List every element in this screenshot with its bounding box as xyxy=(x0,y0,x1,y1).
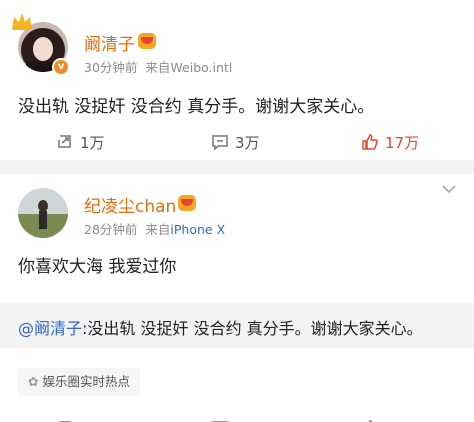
comment-count: 3万 xyxy=(235,418,260,422)
post-meta: 30分钟前 来自Weibo.intl xyxy=(84,57,232,76)
crown-icon xyxy=(12,13,32,30)
comment-button[interactable]: 3万 xyxy=(211,414,260,422)
post-source: 来自iPhone X xyxy=(145,222,225,237)
repost-text: @阚清子:没出轨 没捉奸 没合约 真分手。谢谢大家关心。 xyxy=(18,315,423,339)
repost-count: 1万 xyxy=(80,133,105,152)
verified-badge-icon: v xyxy=(52,58,70,76)
mention-link[interactable]: @阚清子 xyxy=(18,319,82,338)
topic-tag-label: 娱乐圈实时热点 xyxy=(42,374,130,389)
chevron-down-icon[interactable] xyxy=(442,184,456,194)
member-badge-icon xyxy=(138,33,156,49)
source-device-link[interactable]: iPhone X xyxy=(170,222,225,237)
topic-tag[interactable]: ✿ 娱乐圈实时热点 xyxy=(18,368,140,396)
post-content: 没出轨 没捉奸 没合约 真分手。谢谢大家关心。 xyxy=(18,97,375,117)
post-time: 30分钟前 xyxy=(84,60,138,75)
source-prefix: 来自 xyxy=(145,222,171,237)
comment-count: 3万 xyxy=(235,133,260,152)
action-bar: 1万 3万 17万 xyxy=(0,128,474,156)
post-time: 28分钟前 xyxy=(84,222,138,237)
comment-button[interactable]: 3万 xyxy=(211,128,260,156)
comment-icon xyxy=(212,135,228,151)
post-content: 你喜欢大海 我爱过你 xyxy=(18,257,177,277)
repost-content: :没出轨 没捉奸 没合约 真分手。谢谢大家关心。 xyxy=(82,319,423,338)
weibo-post: 纪凌尘chan 28分钟前 来自iPhone X 你喜欢大海 我爱过你 @阚清子:… xyxy=(0,174,474,422)
action-bar: 1万 3万 5万 xyxy=(0,414,474,422)
repost-quote[interactable]: @阚清子:没出轨 没捉奸 没合约 真分手。谢谢大家关心。 xyxy=(0,303,474,348)
username[interactable]: 阚清子 xyxy=(84,30,135,55)
avatar[interactable] xyxy=(18,188,68,238)
weibo-post: v 阚清子 30分钟前 来自Weibo.intl 没出轨 没捉奸 没合约 真分手。… xyxy=(0,0,474,160)
like-icon xyxy=(362,134,378,150)
post-separator xyxy=(0,160,474,174)
flower-icon: ✿ xyxy=(28,374,39,389)
like-count: 17万 xyxy=(385,133,420,152)
member-badge-icon xyxy=(178,195,196,211)
post-source: 来自Weibo.intl xyxy=(145,60,233,75)
repost-button[interactable]: 1万 xyxy=(56,414,105,422)
like-button[interactable]: 5万 xyxy=(361,414,410,422)
like-count: 5万 xyxy=(385,418,410,422)
post-meta: 28分钟前 来自iPhone X xyxy=(84,219,225,238)
repost-button[interactable]: 1万 xyxy=(56,128,105,156)
like-button[interactable]: 17万 xyxy=(361,128,419,156)
repost-count: 1万 xyxy=(80,418,105,422)
repost-icon xyxy=(58,135,71,148)
username[interactable]: 纪凌尘chan xyxy=(84,192,176,217)
